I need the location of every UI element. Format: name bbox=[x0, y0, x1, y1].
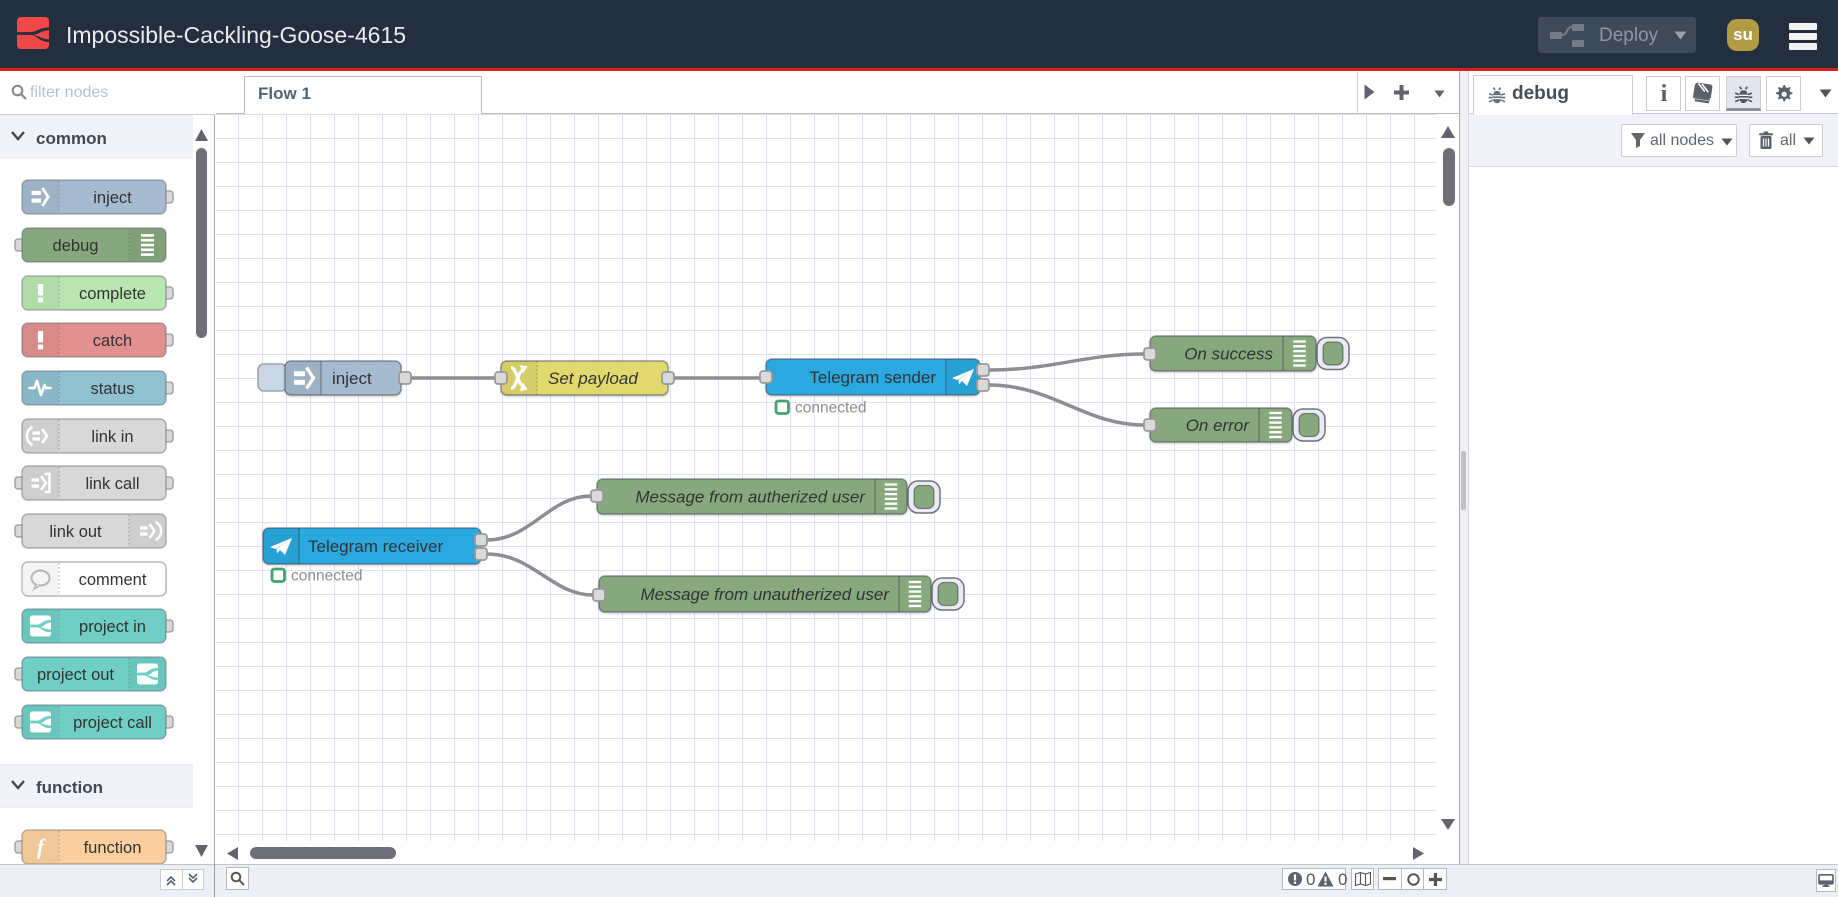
svg-text:Set payload: Set payload bbox=[548, 369, 638, 388]
svg-text:Telegram sender: Telegram sender bbox=[809, 368, 936, 387]
svg-text:project out: project out bbox=[37, 666, 114, 684]
svg-text:Telegram receiver: Telegram receiver bbox=[308, 537, 443, 556]
svg-text:status: status bbox=[90, 380, 134, 398]
svg-text:inject: inject bbox=[332, 369, 372, 388]
svg-text:connected: connected bbox=[795, 400, 867, 417]
svg-text:complete: complete bbox=[79, 285, 146, 303]
svg-text:connected: connected bbox=[291, 568, 363, 585]
svg-text:On success: On success bbox=[1184, 345, 1273, 364]
svg-text:Message from autherized user: Message from autherized user bbox=[635, 488, 866, 507]
svg-text:common: common bbox=[36, 129, 107, 148]
svg-text:On error: On error bbox=[1186, 416, 1251, 435]
svg-text:catch: catch bbox=[93, 332, 132, 350]
svg-text:link call: link call bbox=[85, 475, 139, 493]
svg-text:inject: inject bbox=[93, 189, 132, 207]
svg-text:function: function bbox=[84, 839, 142, 857]
svg-text:debug: debug bbox=[53, 237, 99, 255]
svg-text:link out: link out bbox=[49, 523, 102, 541]
svg-text:link in: link in bbox=[91, 428, 133, 446]
svg-text:function: function bbox=[36, 778, 103, 797]
svg-text:comment: comment bbox=[79, 571, 147, 589]
svg-text:Message from unautherized user: Message from unautherized user bbox=[640, 585, 890, 604]
svg-text:project in: project in bbox=[79, 618, 146, 636]
svg-text:project call: project call bbox=[73, 714, 152, 732]
